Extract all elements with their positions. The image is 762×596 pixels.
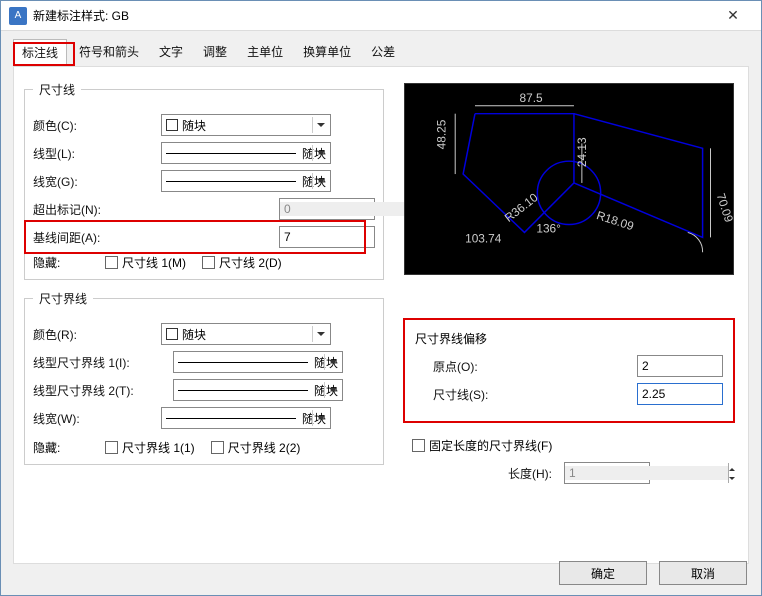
line-sample-icon	[166, 418, 296, 419]
spin-dimline-s-input[interactable]	[638, 387, 762, 401]
preview-pane: 87.5 48.25 24.13 70.09 103.74 R36.10 136…	[404, 83, 734, 275]
checkbox-extline-1[interactable]: 尺寸界线 1(1)	[105, 439, 195, 456]
combo-linetype-l[interactable]: 随块	[161, 142, 331, 164]
svg-text:24.13: 24.13	[575, 137, 589, 167]
combo-color-c[interactable]: 随块	[161, 114, 331, 136]
chevron-down-icon	[312, 145, 328, 161]
combo-color-r[interactable]: 随块	[161, 323, 331, 345]
tab-bar: 标注线 符号和箭头 文字 调整 主单位 换算单位 公差	[1, 31, 761, 66]
dialog-footer: 确定 取消	[559, 561, 747, 585]
group-dimline: 尺寸线 颜色(C): 随块 线型(L): 随块	[24, 81, 384, 280]
svg-text:87.5: 87.5	[520, 91, 543, 105]
combo-lineweight-w[interactable]: 随块	[161, 407, 331, 429]
combo-color-c-value: 随块	[182, 117, 206, 134]
color-swatch-icon	[166, 119, 178, 131]
spin-length-h	[564, 462, 650, 484]
label-linetype-l: 线型(L):	[33, 145, 161, 162]
main-panel: 尺寸线 颜色(C): 随块 线型(L): 随块	[13, 66, 749, 564]
group-offset: 尺寸界线偏移 原点(O): 尺寸线(S):	[404, 319, 734, 422]
color-swatch-icon	[166, 328, 178, 340]
tab-alt-units[interactable]: 换算单位	[295, 39, 359, 66]
line-sample-icon	[178, 362, 308, 363]
line-sample-icon	[166, 153, 296, 154]
line-sample-icon	[178, 390, 308, 391]
spin-baseline-a[interactable]	[279, 226, 375, 248]
tab-dimline[interactable]: 标注线	[13, 39, 67, 66]
tab-symbols[interactable]: 符号和箭头	[71, 39, 147, 66]
svg-text:136°: 136°	[536, 221, 561, 235]
tab-primary-units[interactable]: 主单位	[239, 39, 291, 66]
svg-text:103.74: 103.74	[465, 231, 502, 245]
combo-lineweight-g[interactable]: 随块	[161, 170, 331, 192]
combo-lt-ext2[interactable]: 随块	[173, 379, 343, 401]
window-title: 新建标注样式: GB	[33, 7, 713, 24]
chevron-down-icon	[312, 117, 328, 133]
combo-lt-ext1[interactable]: 随块	[173, 351, 343, 373]
tab-text[interactable]: 文字	[151, 39, 191, 66]
label-color-r: 颜色(R):	[33, 326, 161, 343]
label-hide-extline: 隐藏:	[33, 439, 89, 456]
svg-text:48.25: 48.25	[434, 119, 448, 149]
label-dimline-s: 尺寸线(S):	[415, 386, 515, 403]
label-baseline-a: 基线间距(A):	[33, 229, 161, 246]
label-lineweight-w: 线宽(W):	[33, 410, 161, 427]
label-length-h: 长度(H):	[404, 465, 564, 482]
spinner-buttons	[728, 463, 735, 483]
checkbox-fixed-length[interactable]: 固定长度的尺寸界线(F)	[412, 437, 552, 454]
combo-color-r-value: 随块	[182, 326, 206, 343]
label-lineweight-g: 线宽(G):	[33, 173, 161, 190]
close-icon[interactable]: ✕	[713, 7, 753, 24]
label-origin-o: 原点(O):	[415, 358, 515, 375]
label-extend-n: 超出标记(N):	[33, 201, 161, 218]
svg-text:70.09: 70.09	[714, 191, 733, 224]
svg-text:R18.09: R18.09	[595, 208, 636, 233]
checkbox-dimline-2[interactable]: 尺寸线 2(D)	[202, 254, 282, 271]
svg-text:R36.10: R36.10	[502, 190, 541, 225]
chevron-down-icon	[312, 326, 328, 342]
label-color-c: 颜色(C):	[33, 117, 161, 134]
tab-tolerance[interactable]: 公差	[363, 39, 403, 66]
checkbox-extline-2[interactable]: 尺寸界线 2(2)	[211, 439, 301, 456]
legend-dimline: 尺寸线	[33, 81, 81, 98]
chevron-down-icon	[312, 173, 328, 189]
chevron-down-icon	[312, 410, 328, 426]
chevron-down-icon	[324, 354, 340, 370]
label-hide-dimline: 隐藏:	[33, 254, 89, 271]
legend-extline: 尺寸界线	[33, 290, 93, 307]
line-sample-icon	[166, 181, 296, 182]
app-icon: A	[9, 7, 27, 25]
spin-dimline-s[interactable]	[637, 383, 723, 405]
tab-fit[interactable]: 调整	[195, 39, 235, 66]
spin-origin-o[interactable]	[637, 355, 723, 377]
label-lt-ext2: 线型尺寸界线 2(T):	[33, 382, 173, 399]
checkbox-dimline-1[interactable]: 尺寸线 1(M)	[105, 254, 186, 271]
spin-extend-n[interactable]	[279, 198, 375, 220]
spin-length-h-input	[565, 466, 728, 480]
spin-origin-o-input[interactable]	[638, 359, 762, 373]
group-extline: 尺寸界线 颜色(R): 随块 线型尺寸界线 1(I): 随块	[24, 290, 384, 465]
titlebar: A 新建标注样式: GB ✕	[1, 1, 761, 31]
ok-button[interactable]: 确定	[559, 561, 647, 585]
legend-offset: 尺寸界线偏移	[415, 330, 723, 347]
chevron-down-icon	[324, 382, 340, 398]
cancel-button[interactable]: 取消	[659, 561, 747, 585]
label-lt-ext1: 线型尺寸界线 1(I):	[33, 354, 173, 371]
